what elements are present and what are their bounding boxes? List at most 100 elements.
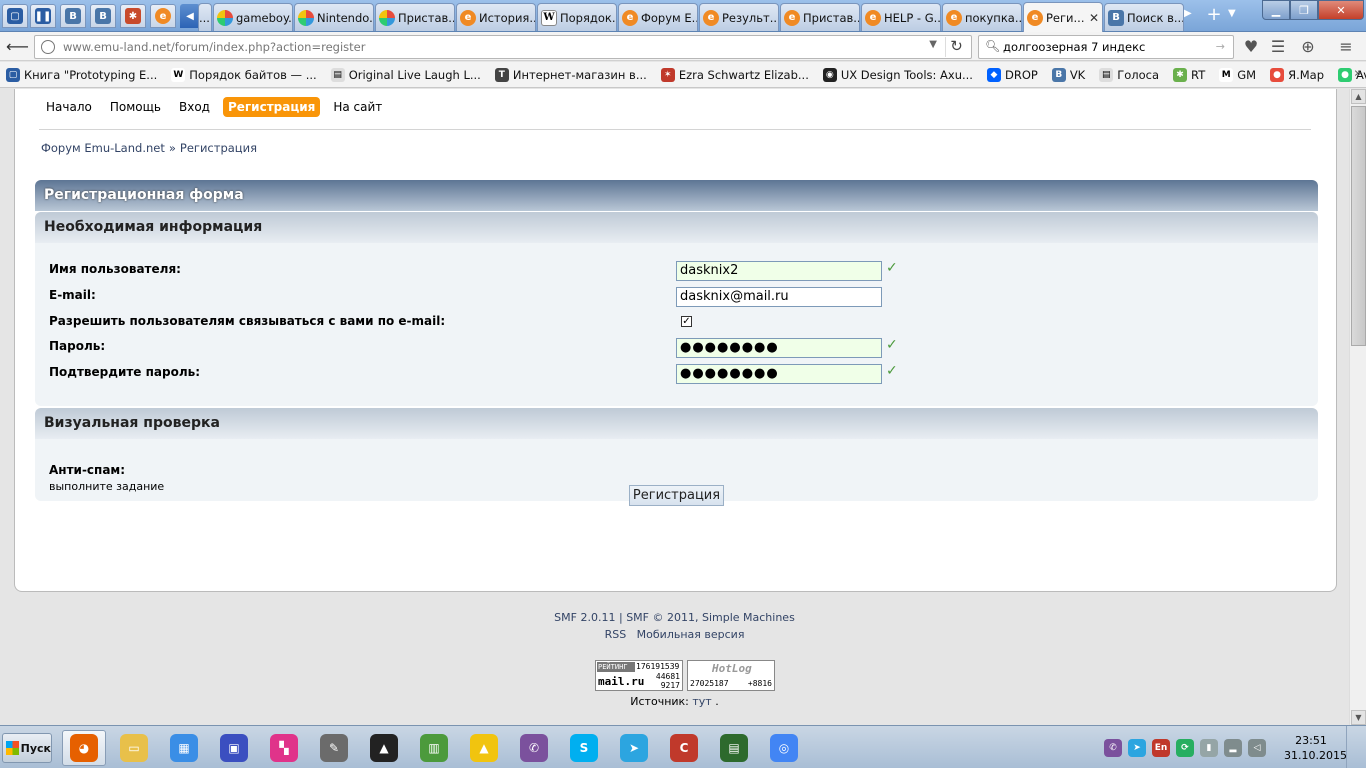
bookmark-item[interactable]: ▢ Книга "Prototyping E... xyxy=(6,67,157,82)
pinned-tab[interactable]: B xyxy=(90,4,116,28)
scroll-down-icon[interactable]: ▼ xyxy=(1351,710,1366,725)
tab-rezult[interactable]: e Результ... xyxy=(699,3,779,31)
tab-forum-e[interactable]: e Форум Е... xyxy=(618,3,698,31)
rss-link[interactable]: RSS xyxy=(605,628,627,641)
bookmark-item[interactable]: ▤ Original Live Laugh L... xyxy=(330,67,481,82)
menu-item-register[interactable]: Регистрация xyxy=(222,97,321,117)
tab-pristav-2[interactable]: e Пристав... xyxy=(780,3,860,31)
taskbar-app[interactable]: ▦ xyxy=(162,730,206,766)
taskbar-app[interactable]: ▣ xyxy=(212,730,256,766)
taskbar-app[interactable]: ▲ xyxy=(462,730,506,766)
tab-poryadok[interactable]: W Порядок... xyxy=(537,3,617,31)
dropdown-arrow-icon[interactable]: ▼ xyxy=(929,39,937,50)
taskbar-app[interactable]: ◎ xyxy=(762,730,806,766)
taskbar-app[interactable]: ▤ xyxy=(712,730,756,766)
tab-help[interactable]: e HELP - G... xyxy=(861,3,941,31)
menu-item-login[interactable]: Вход xyxy=(174,97,215,117)
menu-item-home[interactable]: Начало xyxy=(41,97,97,117)
pinned-tab[interactable]: ✱ xyxy=(120,4,146,28)
taskbar-app[interactable]: ✆ xyxy=(512,730,556,766)
bookmark-item[interactable]: T Интернет-магазин в... xyxy=(494,67,647,82)
taskbar-app[interactable]: ▚ xyxy=(262,730,306,766)
tab-registration-active[interactable]: e Реги... ✕ xyxy=(1023,2,1103,32)
reload-icon[interactable]: ↻ xyxy=(945,37,967,57)
bookmark-item[interactable]: ✱ RT xyxy=(1173,67,1205,82)
allow-email-checkbox[interactable]: ✓ xyxy=(681,316,692,327)
download-icon[interactable]: ⊕ xyxy=(1297,36,1319,58)
hotlog-counter[interactable]: HotLog 27025187 +8816 xyxy=(687,660,775,691)
taskbar-app[interactable]: ▥ xyxy=(412,730,456,766)
volume-icon[interactable]: ◁ xyxy=(1248,738,1266,757)
close-window-button[interactable]: ✕ xyxy=(1318,0,1364,20)
start-button[interactable]: Пуск xyxy=(2,733,52,763)
taskbar-app[interactable]: S xyxy=(562,730,606,766)
pinned-tab[interactable]: ❚❚ xyxy=(30,4,56,28)
email-field[interactable]: dasknix@mail.ru xyxy=(676,287,882,307)
password-field[interactable]: ●●●●●●●● xyxy=(676,338,882,358)
search-value[interactable]: долгоозерная 7 индекс xyxy=(1003,40,1145,54)
bookmark-item[interactable]: ◉ UX Design Tools: Axu... xyxy=(822,67,973,82)
confirm-password-field[interactable]: ●●●●●●●● xyxy=(676,364,882,384)
mail-rating-counter[interactable]: РЕЙТИНГ 176191539 mail.ru 44681 9217 xyxy=(595,660,683,691)
pinned-tab[interactable]: B xyxy=(60,4,86,28)
tab-istoriya[interactable]: e История... xyxy=(456,3,536,31)
minimize-button[interactable]: ▁ xyxy=(1262,0,1290,20)
reading-list-icon[interactable]: ☰ xyxy=(1267,36,1289,58)
menu-item-site[interactable]: На сайт xyxy=(328,97,387,117)
breadcrumb-forum-link[interactable]: Форум Emu-Land.net xyxy=(41,141,165,155)
search-input[interactable]: 🔍︎ долгоозерная 7 индекс → xyxy=(978,35,1234,59)
bookmark-item[interactable]: ▤ Голоса xyxy=(1099,67,1159,82)
tab[interactable]: ... xyxy=(198,3,212,31)
more-bookmarks-icon[interactable]: » xyxy=(1354,66,1362,81)
smf-version-link[interactable]: SMF 2.0.11 xyxy=(554,611,615,624)
telegram-tray-icon[interactable]: ➤ xyxy=(1128,738,1146,757)
register-button[interactable]: Регистрация xyxy=(629,485,724,506)
bookmark-item[interactable]: M GM xyxy=(1219,67,1256,82)
bookmark-item[interactable]: B VK xyxy=(1051,67,1085,82)
clock[interactable]: 23:51 31.10.2015 xyxy=(1284,733,1347,763)
close-tab-icon[interactable]: ✕ xyxy=(1089,11,1099,25)
source-link[interactable]: тут xyxy=(692,695,711,708)
pinned-tab[interactable]: ▢ xyxy=(2,4,28,28)
viber-tray-icon[interactable]: ✆ xyxy=(1104,738,1122,757)
taskbar-app[interactable]: ▭ xyxy=(112,730,156,766)
menu-icon[interactable]: ≡ xyxy=(1335,36,1357,58)
taskbar-app[interactable]: C xyxy=(662,730,706,766)
new-tab-button[interactable]: + xyxy=(1204,6,1224,26)
search-go-icon[interactable]: → xyxy=(1216,40,1225,53)
taskbar-app[interactable]: ▲ xyxy=(362,730,406,766)
copyright-link[interactable]: SMF © 2011, Simple Machines xyxy=(626,611,795,624)
vertical-scrollbar[interactable]: ▲ ▼ xyxy=(1349,89,1366,725)
bookmark-item[interactable]: ✶ Ezra Schwartz Elizab... xyxy=(660,67,809,82)
address-bar[interactable]: www.emu-land.net/forum/index.php?action=… xyxy=(34,35,972,59)
bookmark-item[interactable]: W Порядок байтов — ... xyxy=(171,67,317,82)
update-tray-icon[interactable]: ⟳ xyxy=(1176,738,1194,757)
heart-icon[interactable]: ♥ xyxy=(1240,36,1262,58)
bookmark-item[interactable]: ● Я.Мар xyxy=(1270,67,1324,82)
tab-gameboy[interactable]: gameboy... xyxy=(213,3,293,31)
list-tabs-icon[interactable]: ▼ xyxy=(1228,8,1242,19)
breadcrumb-current[interactable]: Регистрация xyxy=(180,141,257,155)
tab-pristav[interactable]: Пристав... xyxy=(375,3,455,31)
scroll-tabs-right-icon[interactable]: ▶ xyxy=(1184,8,1198,19)
taskbar-app[interactable]: ➤ xyxy=(612,730,656,766)
menu-item-help[interactable]: Помощь xyxy=(105,97,166,117)
scroll-up-icon[interactable]: ▲ xyxy=(1351,89,1366,104)
signal-icon[interactable]: ▂ xyxy=(1224,738,1242,757)
url-text[interactable]: www.emu-land.net/forum/index.php?action=… xyxy=(63,40,365,54)
taskbar-app[interactable]: ✎ xyxy=(312,730,356,766)
scroll-thumb[interactable] xyxy=(1351,106,1366,346)
username-field[interactable]: dasknix2 xyxy=(676,261,882,281)
scroll-tabs-left-button[interactable]: ◀ xyxy=(180,4,200,28)
back-arrow-icon[interactable]: ⟵ xyxy=(6,37,29,57)
taskbar-app[interactable]: ◕ xyxy=(62,730,106,766)
tab-poisk[interactable]: B Поиск в... xyxy=(1104,3,1184,31)
maximize-button[interactable]: ❐ xyxy=(1290,0,1318,20)
show-desktop-button[interactable] xyxy=(1346,726,1366,768)
mobile-version-link[interactable]: Мобильная версия xyxy=(637,628,745,641)
language-indicator[interactable]: En xyxy=(1152,738,1170,757)
pinned-tab[interactable]: e xyxy=(150,4,176,28)
battery-icon[interactable]: ▮ xyxy=(1200,738,1218,757)
tab-pokupka[interactable]: e покупка... xyxy=(942,3,1022,31)
tab-nintendo[interactable]: Nintendo... xyxy=(294,3,374,31)
